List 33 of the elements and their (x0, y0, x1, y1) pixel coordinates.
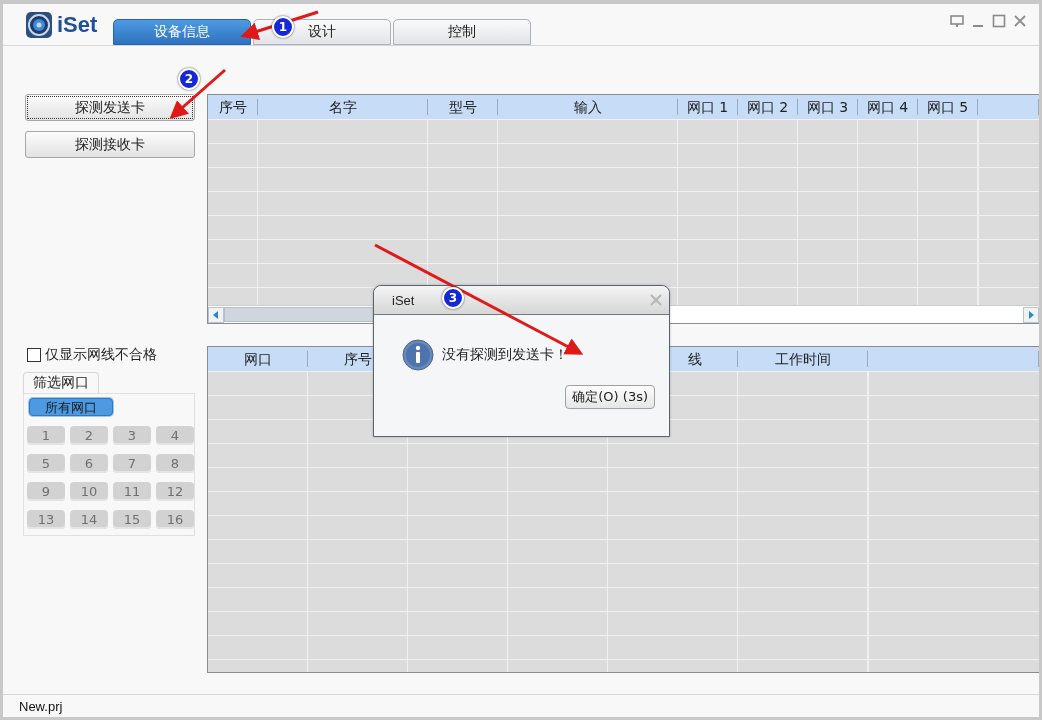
all-ports-button[interactable]: 所有网口 (29, 398, 113, 416)
column-header: 工作时间 (738, 351, 868, 367)
tab[interactable]: 控制 (393, 19, 532, 45)
checkbox[interactable] (27, 348, 41, 362)
status-text: New.prj (19, 698, 63, 714)
maximize-icon[interactable] (992, 14, 1006, 28)
column-header: 网口 2 (738, 99, 798, 115)
column-header: 序号 (208, 99, 258, 115)
column-header: 网口 1 (678, 99, 738, 115)
detect-button[interactable]: 探测接收卡 (25, 131, 195, 158)
detect-button[interactable]: 探测发送卡 (25, 94, 195, 121)
close-icon[interactable] (650, 294, 662, 306)
app-logo-icon (25, 10, 53, 39)
scroll-left-icon[interactable] (208, 306, 224, 323)
column-header: 网口 5 (918, 99, 978, 115)
scroll-right-icon[interactable] (1023, 306, 1039, 323)
tab[interactable]: 设备信息 (113, 19, 252, 45)
column-header: 网口 3 (798, 99, 858, 115)
app-name: iSet (57, 11, 98, 38)
column-header: 网口 4 (858, 99, 918, 115)
info-icon (402, 339, 434, 371)
dialog-message: 没有探测到发送卡！ (442, 346, 568, 364)
scrollbar-thumb[interactable] (224, 307, 374, 322)
close-icon[interactable] (1014, 15, 1026, 27)
column-header: 名字 (258, 99, 428, 115)
dialog-title: iSet (392, 292, 415, 308)
column-header: 型号 (428, 99, 498, 115)
filter-tab[interactable]: 筛选网口 (23, 372, 99, 393)
column-header: 输入 (498, 99, 678, 115)
column-header: 网口 (208, 351, 308, 367)
monitor-icon[interactable] (950, 15, 964, 27)
ok-button[interactable]: 确定(O) (3s) (565, 385, 655, 409)
checkbox-label: 仅显示网线不合格 (45, 346, 157, 364)
